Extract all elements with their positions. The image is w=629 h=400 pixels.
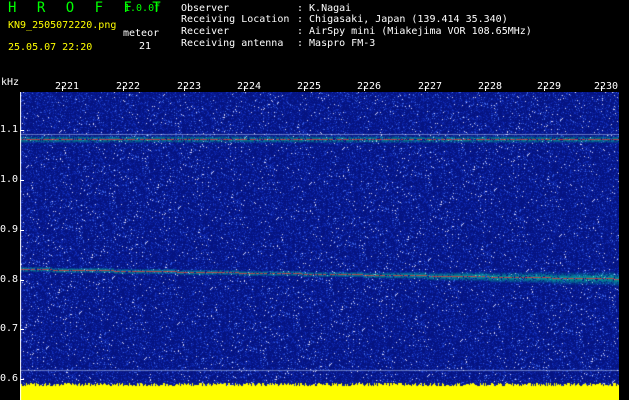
observer-value: : K.Nagai [297,3,352,14]
y-axis-unit: kHz [1,77,20,88]
receiver-value: : AirSpy mini (Miakejima VOR 108.65MHz) [297,26,532,37]
antenna-value: : Maspro FM-3 [297,38,376,49]
y-tick-mark [20,329,24,330]
x-tick-label: 2227 [418,81,443,92]
y-tick-mark [20,230,24,231]
location-value: : Chigasaki, Japan (139.414 35.340) [297,14,508,25]
version-label: 1.0.0f [124,3,161,14]
date-label: 25.05.07 22:20 [8,42,93,53]
x-tick-label: 2229 [537,81,562,92]
y-tick-mark [20,130,24,131]
x-tick-mark [544,86,545,91]
antenna-key: Receiving antenna [181,38,284,49]
x-tick-mark [123,86,124,91]
meteor-count: 21 [139,41,152,52]
meteor-label: meteor [123,28,160,39]
x-tick-label: 2230 [594,81,619,92]
x-tick-label: 2222 [116,81,141,92]
filename-label: KN9_2505072220.png [8,20,117,31]
y-tick-label: 1.0 [0,174,19,185]
y-tick-mark [20,280,24,281]
spectrogram-plot [20,92,619,400]
observer-key: Observer [181,3,230,14]
x-tick-label: 2226 [357,81,382,92]
x-tick-mark [62,86,63,91]
receiver-key: Receiver [181,26,230,37]
x-tick-mark [364,86,365,91]
x-tick-mark [425,86,426,91]
y-tick-mark [20,379,24,380]
x-tick-label: 2221 [55,81,80,92]
y-tick-label: 0.9 [0,224,19,235]
x-tick-mark [485,86,486,91]
location-key: Receiving Location [181,14,290,25]
y-tick-label: 0.6 [0,373,19,384]
x-tick-mark [601,86,602,91]
x-tick-mark [244,86,245,91]
y-tick-mark [20,180,24,181]
y-tick-label: 0.8 [0,274,19,285]
y-tick-label: 1.1 [0,124,19,135]
x-tick-mark [184,86,185,91]
y-tick-label: 0.7 [0,323,19,334]
x-tick-mark [304,86,305,91]
x-tick-label: 2225 [297,81,322,92]
x-tick-label: 2224 [237,81,262,92]
x-tick-label: 2223 [177,81,202,92]
x-tick-label: 2228 [478,81,503,92]
